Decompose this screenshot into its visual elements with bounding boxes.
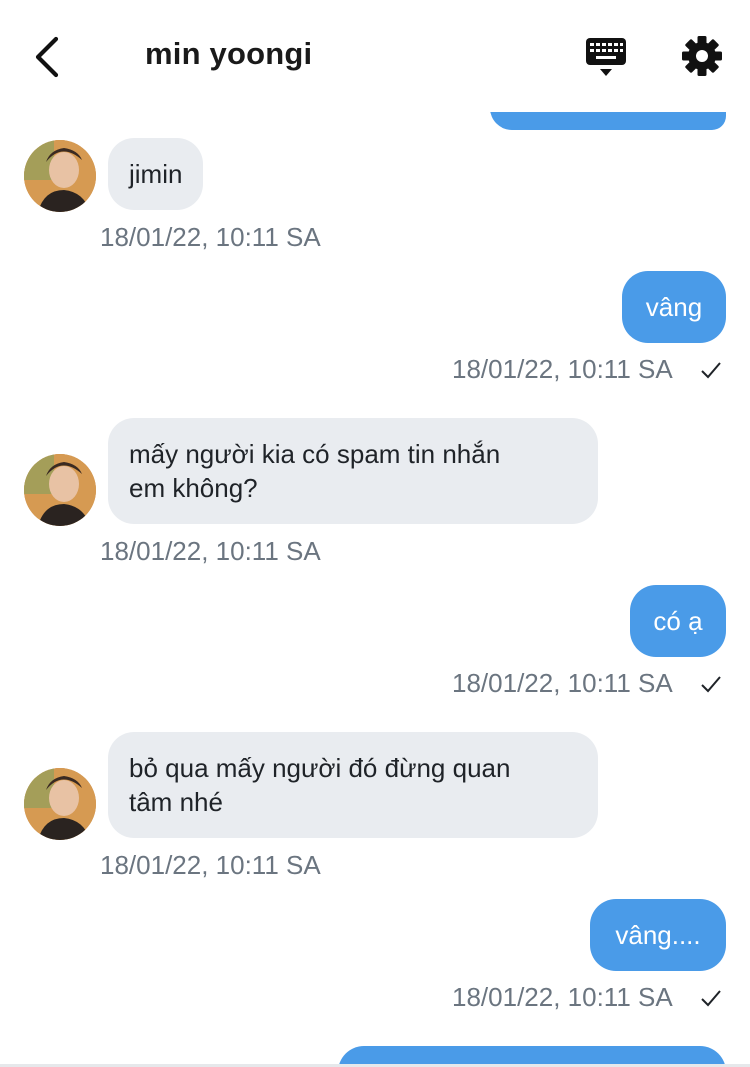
read-check-icon — [701, 990, 721, 1007]
page-title: min yoongi — [145, 36, 313, 71]
message-timestamp: 18/01/22, 10:11 SA — [452, 668, 673, 698]
sent-message-bubble[interactable]: có ạ — [630, 585, 726, 657]
settings-button[interactable] — [680, 34, 724, 78]
message-text: jimin — [129, 159, 183, 189]
message-timestamp: 18/01/22, 10:11 SA — [100, 222, 321, 252]
message-timestamp: 18/01/22, 10:11 SA — [452, 982, 673, 1012]
message-text-line: tâm nhé — [129, 787, 223, 817]
keyboard-button[interactable] — [580, 34, 632, 80]
read-check-icon — [701, 362, 721, 379]
message-timestamp: 18/01/22, 10:11 SA — [100, 536, 321, 566]
avatar[interactable] — [24, 454, 96, 526]
message-text: có ạ — [653, 606, 703, 636]
received-message-bubble[interactable]: jimin — [108, 138, 204, 210]
avatar[interactable] — [24, 140, 96, 212]
chat-screen: min yoongi jimin 18/01/22, 10:11 SA vâng… — [0, 0, 750, 1067]
message-timestamp: 18/01/22, 10:11 SA — [100, 850, 321, 880]
gear-icon — [682, 36, 722, 76]
message-text: vâng — [645, 292, 703, 322]
message-timestamp: 18/01/22, 10:11 SA — [452, 354, 673, 384]
read-check-icon — [701, 676, 721, 693]
back-button[interactable] — [22, 30, 72, 84]
message-text-line: bỏ qua mấy người đó đừng quan — [129, 753, 511, 783]
chat-header: min yoongi — [0, 0, 750, 112]
message-text-line: mấy người kia có spam tin nhắn — [129, 439, 501, 469]
received-message-bubble[interactable]: bỏ qua mấy người đó đừng quan tâm nhé — [108, 732, 598, 838]
sent-message-bubble[interactable]: vâng — [622, 271, 726, 343]
chevron-left-icon — [35, 36, 59, 78]
avatar[interactable] — [24, 768, 96, 840]
message-text-line: em không? — [129, 473, 258, 503]
keyboard-icon — [586, 38, 626, 76]
sent-message-bubble[interactable]: vâng.... — [590, 899, 726, 971]
message-text: vâng.... — [615, 920, 701, 950]
received-message-bubble[interactable]: mấy người kia có spam tin nhắn em không? — [108, 418, 598, 524]
